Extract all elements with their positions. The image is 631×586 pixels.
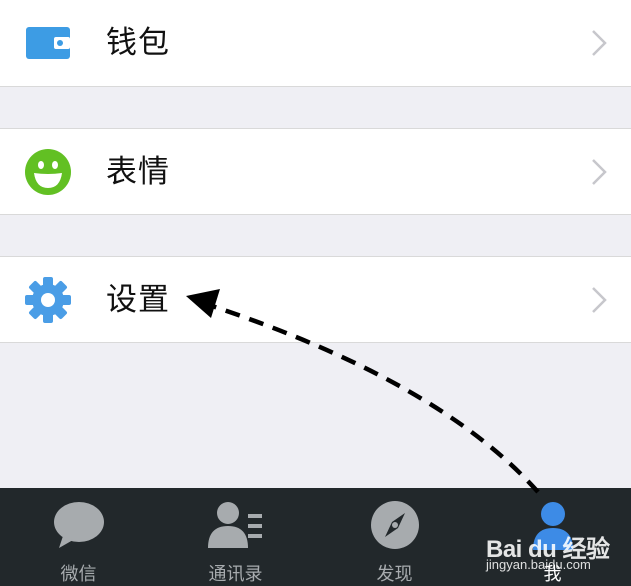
tab-bar: 微信 通讯录 发现 我 <box>0 488 631 586</box>
tab-contacts[interactable]: 通讯录 <box>157 488 314 586</box>
wallet-icon <box>26 27 70 59</box>
chevron-right-icon <box>592 30 607 56</box>
tab-discover[interactable]: 发现 <box>316 488 473 586</box>
menu-item-wallet[interactable]: 钱包 <box>0 0 631 87</box>
tab-label: 微信 <box>60 564 97 585</box>
tab-label: 我 <box>543 564 562 585</box>
menu-item-label: 表情 <box>106 154 170 190</box>
menu-item-settings[interactable]: 设置 <box>0 256 631 343</box>
chevron-right-icon <box>592 159 607 185</box>
menu-item-label: 钱包 <box>106 25 170 61</box>
person-icon <box>532 502 573 550</box>
chat-bubble-icon <box>53 502 104 548</box>
compass-icon <box>370 501 419 549</box>
menu-item-emoji[interactable]: 表情 <box>0 128 631 215</box>
smiley-icon <box>25 149 71 195</box>
tab-label: 发现 <box>376 564 413 585</box>
contacts-icon <box>207 502 262 548</box>
tab-me[interactable]: 我 <box>474 488 631 586</box>
gear-icon <box>25 277 71 323</box>
tab-label: 通讯录 <box>208 564 263 585</box>
chevron-right-icon <box>592 287 607 313</box>
tab-chats[interactable]: 微信 <box>0 488 157 586</box>
menu-item-label: 设置 <box>106 282 170 318</box>
